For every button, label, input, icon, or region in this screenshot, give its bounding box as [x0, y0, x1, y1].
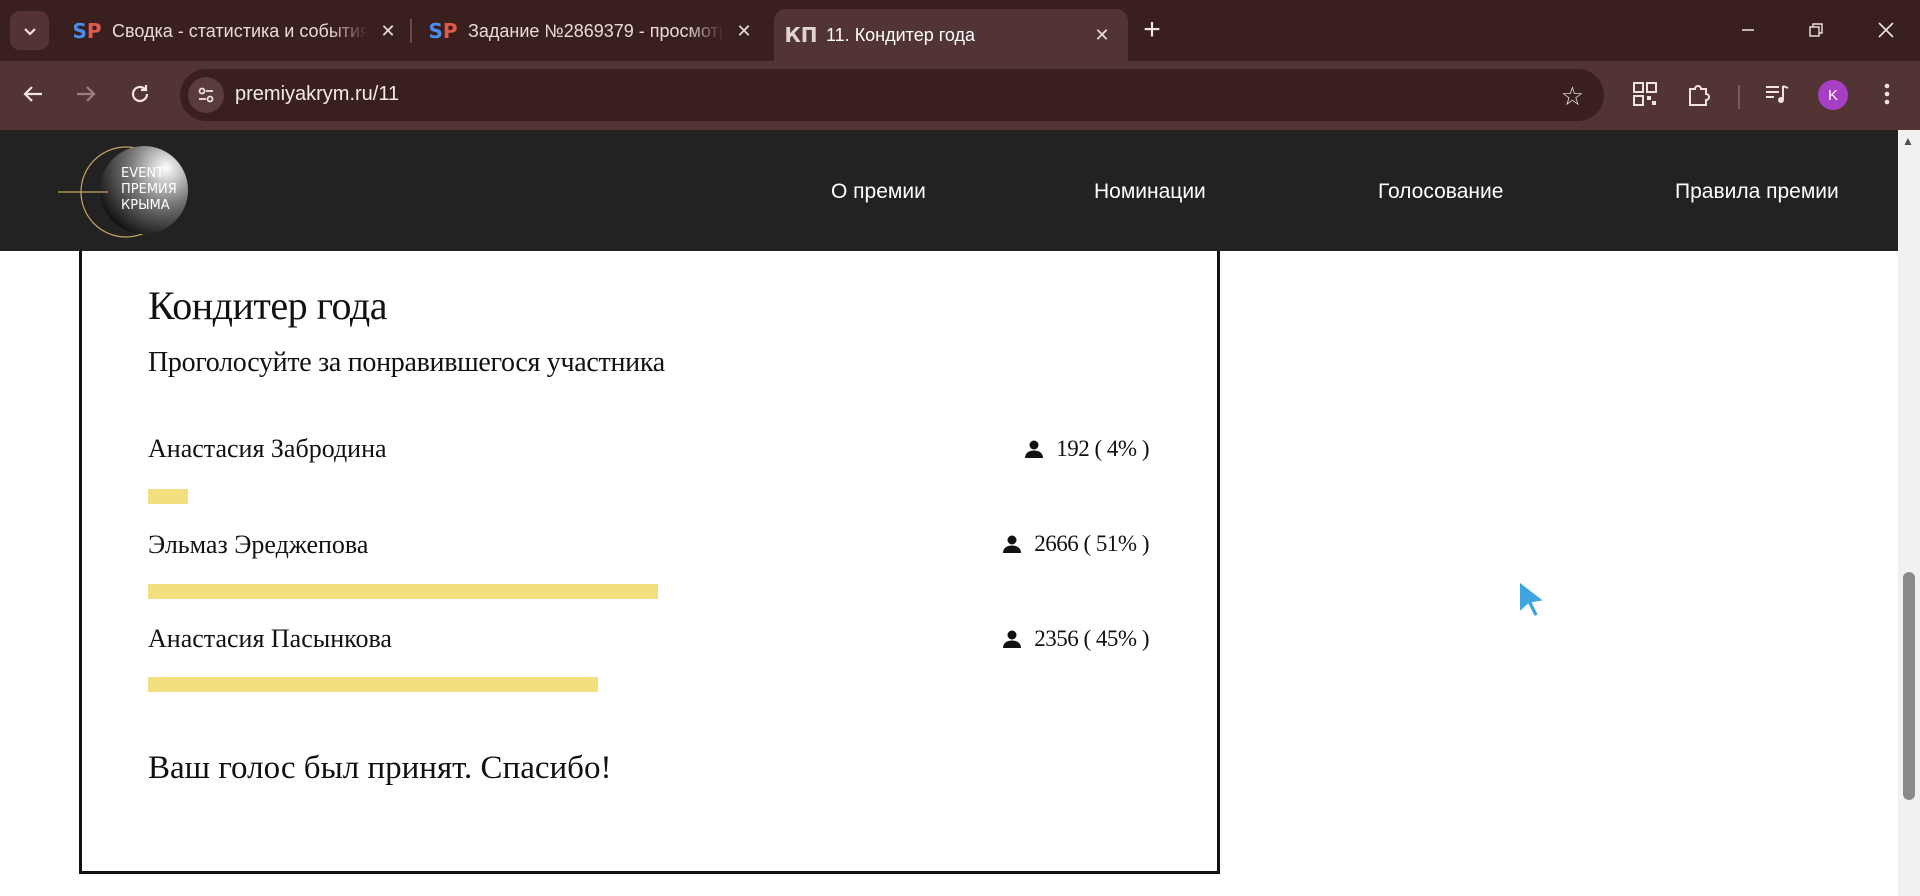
vote-count: 192 ( 4% ) [1056, 436, 1149, 461]
vote-bar [148, 677, 598, 692]
candidate-name: Анастасия Забродина [148, 434, 387, 463]
address-bar[interactable]: premiyakrym.ru/11 ☆ [180, 69, 1604, 121]
reload-button[interactable] [120, 74, 160, 114]
more-menu-icon[interactable] [1870, 77, 1904, 111]
tune-icon [198, 87, 214, 103]
restore-button[interactable] [1782, 0, 1850, 60]
candidate-votes: 192 ( 4% ) [1024, 436, 1149, 462]
nav-o-premii[interactable]: О премии [831, 180, 926, 204]
arrow-left-icon [23, 86, 42, 102]
minimize-icon [1742, 29, 1754, 31]
person-icon [1025, 440, 1044, 458]
nav-pravila-premii[interactable]: Правила премии [1675, 180, 1839, 204]
forward-button[interactable] [66, 74, 106, 114]
page-title: Кондитер года [148, 283, 387, 328]
new-tab-button[interactable]: + [1136, 13, 1168, 46]
url-text: premiyakrym.ru/11 [235, 83, 400, 105]
sp-favicon: SP [428, 19, 458, 43]
extensions-icon[interactable] [1682, 77, 1716, 111]
vote-accepted-message: Ваш голос был принят. Спасибо! [148, 750, 612, 786]
vote-bar [148, 584, 658, 599]
nav-golosovanie[interactable]: Голосование [1378, 180, 1503, 204]
candidate-votes: 2666 ( 51% ) [1002, 531, 1149, 557]
tab-task[interactable]: SP Задание №2869379 - просмотр ✕ [416, 9, 770, 53]
qr-code-icon[interactable] [1628, 77, 1662, 111]
scroll-up-arrow-icon[interactable]: ▲ [1902, 134, 1914, 148]
close-tab-icon[interactable]: ✕ [376, 19, 400, 43]
site-header: EVENT ПРЕМИЯ КРЫМА О премии Номинации Го… [0, 130, 1898, 251]
toolbar-separator [1738, 85, 1740, 109]
browser-toolbar: premiyakrym.ru/11 ☆ K [0, 61, 1920, 130]
vote-bar [148, 489, 188, 504]
candidate-votes: 2356 ( 45% ) [1002, 626, 1149, 652]
tab-title: Сводка - статистика и события [112, 20, 368, 41]
tab-title: Задание №2869379 - просмотр [468, 20, 724, 41]
logo-text: EVENT ПРЕМИЯ КРЫМА [121, 166, 177, 213]
bookmark-star-icon[interactable]: ☆ [1561, 81, 1584, 112]
person-icon [1003, 535, 1022, 553]
close-icon [1878, 22, 1894, 38]
candidate-name: Анастасия Пасынкова [148, 624, 392, 653]
vote-count: 2666 ( 51% ) [1034, 531, 1149, 556]
tab-search-button[interactable] [10, 11, 49, 50]
chevron-down-icon [23, 27, 36, 36]
vote-count: 2356 ( 45% ) [1034, 626, 1149, 651]
page-scrollbar[interactable]: ▲ [1898, 130, 1920, 896]
back-button[interactable] [13, 74, 53, 114]
profile-avatar[interactable]: K [1818, 80, 1848, 110]
close-tab-icon[interactable]: ✕ [1090, 23, 1114, 47]
restore-icon [1809, 23, 1823, 37]
kp-favicon: КП [784, 23, 818, 47]
scrollbar-thumb[interactable] [1903, 572, 1915, 800]
sp-favicon: SP [72, 19, 102, 43]
reload-icon [131, 85, 149, 103]
tab-svodka[interactable]: SP Сводка - статистика и события ✕ [60, 9, 414, 53]
close-window-button[interactable] [1852, 0, 1920, 60]
candidate-name: Эльмаз Эреджепова [148, 530, 369, 559]
media-controls-icon[interactable] [1760, 77, 1794, 111]
minimize-button[interactable] [1714, 0, 1782, 60]
person-icon [1003, 630, 1022, 648]
tab-strip: SP Сводка - статистика и события ✕ SP За… [0, 0, 1920, 61]
voting-subtitle: Проголосуйте за понравившегося участника [148, 347, 665, 378]
tab-separator [410, 19, 412, 43]
nav-nominatsii[interactable]: Номинации [1094, 180, 1206, 204]
arrow-right-icon [77, 86, 96, 102]
mouse-cursor-icon [1518, 579, 1548, 619]
close-tab-icon[interactable]: ✕ [732, 19, 756, 43]
site-info-button[interactable] [188, 77, 224, 113]
tab-konditer-goda[interactable]: КП 11. Кондитер года ✕ [774, 9, 1128, 61]
tab-title: 11. Кондитер года [826, 24, 976, 45]
